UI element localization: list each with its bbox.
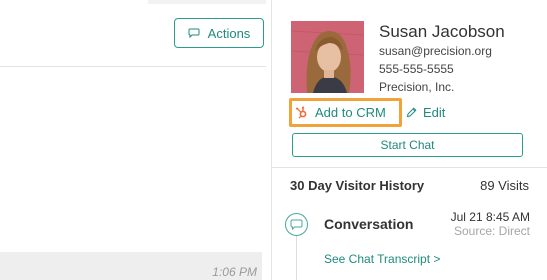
message-timestamp: 1:06 PM <box>212 265 257 279</box>
edit-label: Edit <box>423 105 446 120</box>
chat-bubble-icon <box>188 28 200 38</box>
chat-bubble-icon <box>290 219 303 230</box>
visit-count: 89 Visits <box>480 178 529 193</box>
history-entry-source: Source: Direct <box>453 224 530 238</box>
visitor-history-title: 30 Day Visitor History <box>290 178 425 193</box>
contact-phone: 555-555-5555 <box>379 62 454 76</box>
edit-contact-link[interactable]: Edit <box>406 104 445 121</box>
add-to-crm-button[interactable]: Add to CRM <box>295 104 386 121</box>
header-strip <box>148 0 266 4</box>
pencil-icon <box>406 107 417 118</box>
contact-company: Precision, Inc. <box>379 80 455 94</box>
hubspot-sprocket-icon <box>296 106 307 119</box>
start-chat-button[interactable]: Start Chat <box>292 133 523 157</box>
add-to-crm-label: Add to CRM <box>315 105 386 120</box>
section-divider <box>272 167 547 168</box>
history-entry-type: Conversation <box>324 216 414 232</box>
history-entry-date: Jul 21 8:45 AM <box>450 210 530 224</box>
avatar <box>291 21 364 93</box>
see-chat-transcript-link[interactable]: See Chat Transcript > <box>324 252 440 266</box>
chat-workspace: Actions 1:06 PM Susan Jacobson susan@pre… <box>0 0 547 280</box>
timeline-line <box>296 236 297 280</box>
conversation-pane: Actions 1:06 PM <box>0 0 271 280</box>
avatar-photo <box>291 21 364 93</box>
contact-email: susan@precision.org <box>379 44 492 58</box>
contact-name: Susan Jacobson <box>379 22 505 41</box>
conversation-icon-badge <box>285 213 308 236</box>
actions-label: Actions <box>207 25 251 41</box>
start-chat-label: Start Chat <box>380 138 435 152</box>
actions-button[interactable]: Actions <box>174 18 264 48</box>
pane-separator <box>271 0 272 280</box>
header-divider <box>0 66 266 67</box>
